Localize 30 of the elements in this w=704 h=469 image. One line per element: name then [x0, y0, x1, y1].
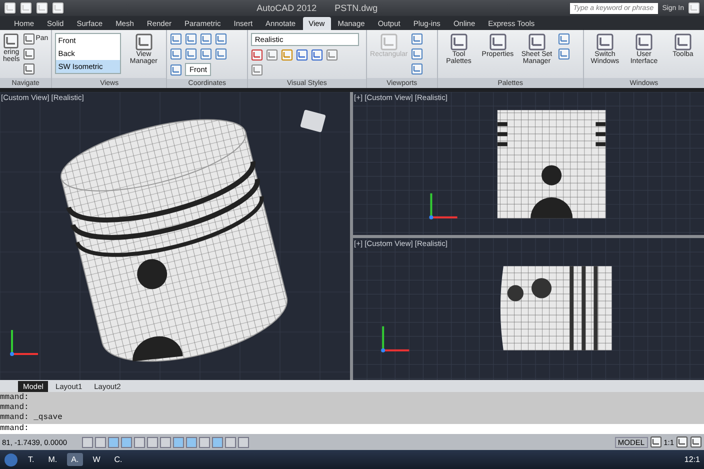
ucs-axis-icon	[381, 326, 410, 352]
drafting-toggle[interactable]	[82, 436, 93, 448]
clock: 12:1	[684, 455, 700, 464]
drafting-toggle[interactable]	[212, 436, 223, 448]
app-title: AutoCAD 2012	[256, 3, 317, 13]
drafting-toggle[interactable]	[199, 436, 210, 448]
drafting-toggle[interactable]	[134, 436, 145, 448]
drafting-toggle[interactable]	[147, 436, 158, 448]
drafting-toggle[interactable]	[121, 436, 132, 448]
drafting-toggle[interactable]	[108, 436, 119, 448]
taskbar-item[interactable]: A.	[67, 453, 83, 466]
start-icon[interactable]	[4, 452, 18, 466]
taskbar-item[interactable]: C.	[110, 453, 126, 466]
ucs-axis-icon	[429, 193, 458, 220]
command-input[interactable]: mmand:	[0, 424, 704, 434]
command-line: mmand: _qsave	[0, 413, 64, 423]
command-line: mmand:	[0, 403, 30, 413]
drafting-toggle[interactable]	[186, 436, 197, 448]
drafting-toggle[interactable]	[160, 436, 171, 448]
taskbar-item[interactable]: M.	[44, 453, 62, 466]
drafting-toggle[interactable]	[238, 436, 249, 448]
drafting-toggle[interactable]	[173, 436, 184, 448]
command-line: mmand:	[0, 393, 30, 403]
taskbar-item[interactable]: T.	[24, 453, 38, 466]
file-name: PSTN.dwg	[334, 3, 378, 13]
taskbar-item[interactable]: W	[88, 453, 104, 466]
view-cube-icon[interactable]	[300, 109, 326, 133]
ucs-axis-icon	[10, 330, 38, 356]
drafting-toggle[interactable]	[95, 436, 106, 448]
drafting-toggle[interactable]	[225, 436, 236, 448]
